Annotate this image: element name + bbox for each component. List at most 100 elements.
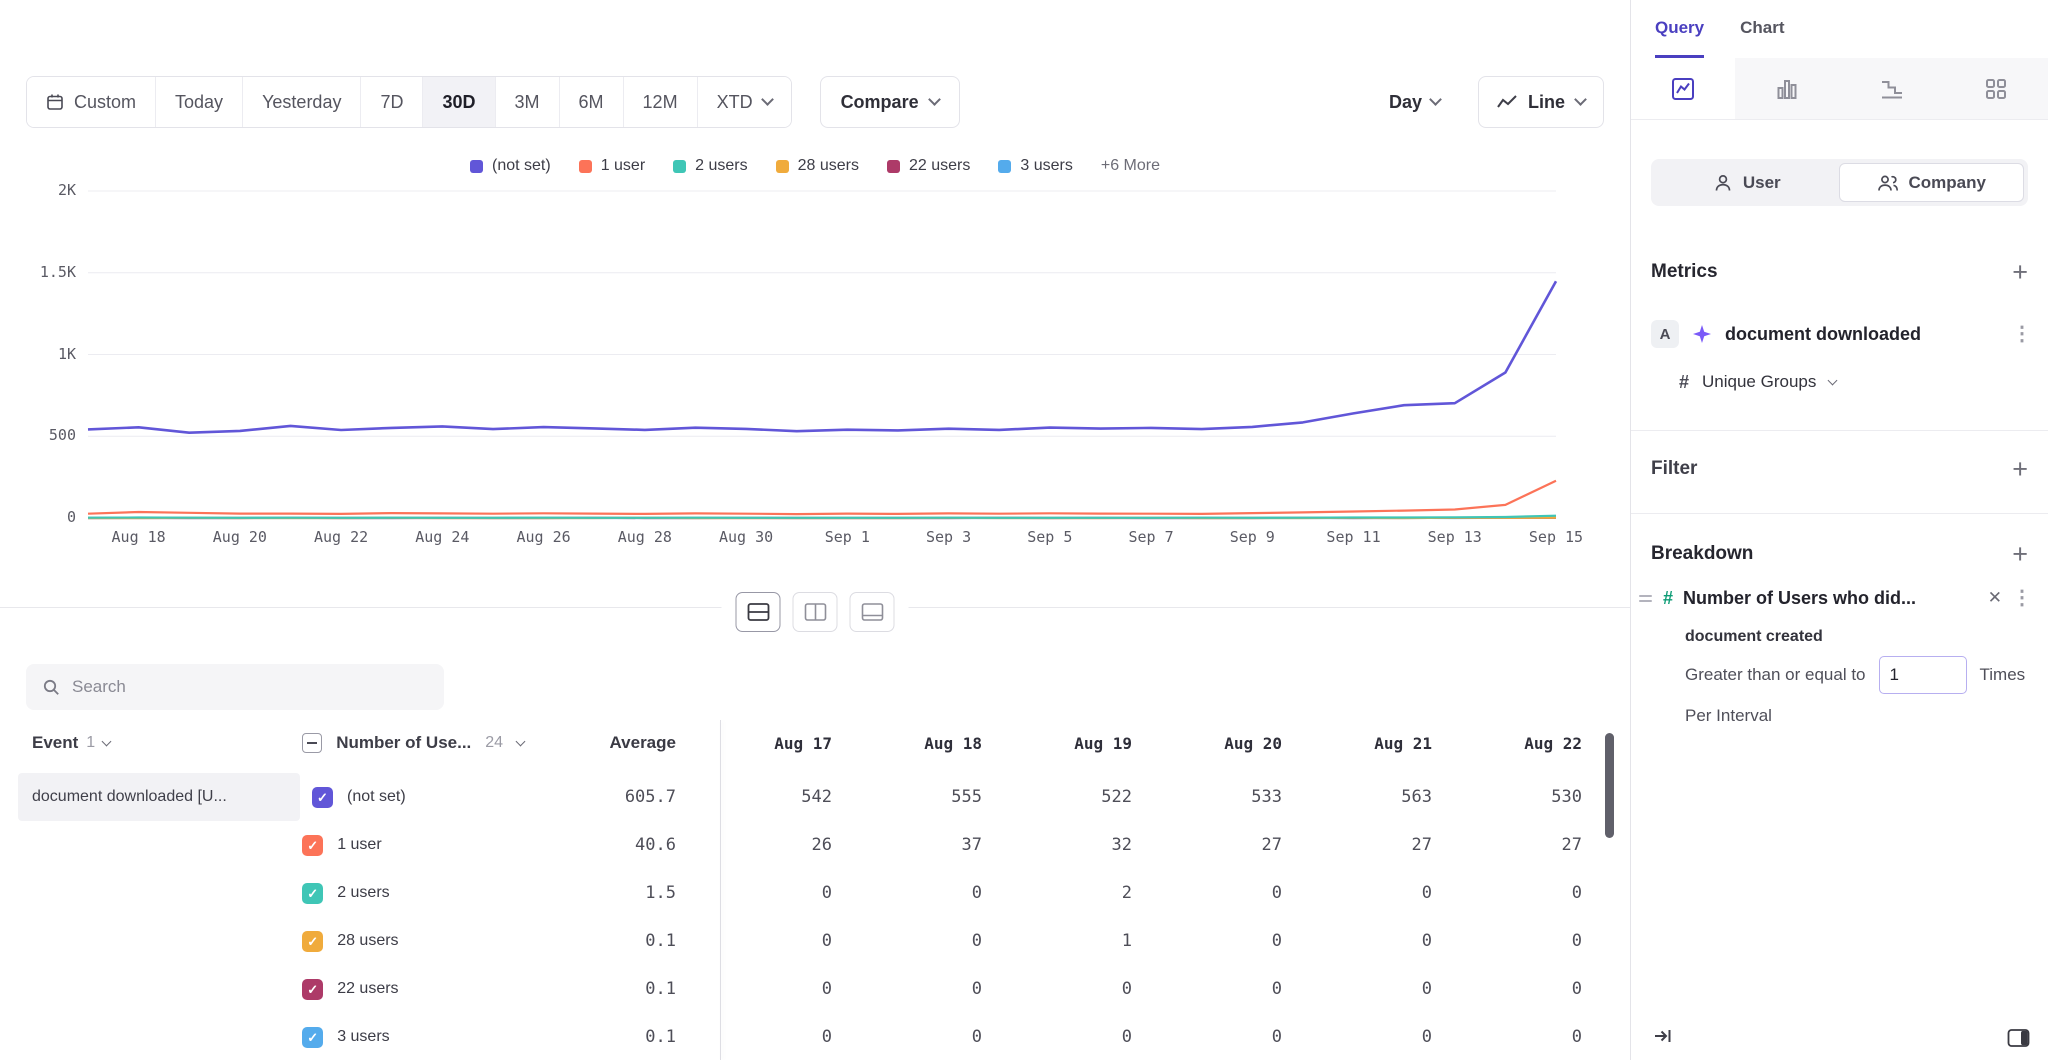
- condition-value-input[interactable]: [1879, 656, 1967, 694]
- toggle-user[interactable]: User: [1655, 163, 1839, 202]
- range-button-6m[interactable]: 6M: [560, 77, 624, 127]
- check-icon: ✓: [317, 791, 328, 804]
- table-header: Event 1 Number of Use... 24 Average Aug …: [0, 720, 1596, 766]
- breakdown-menu-button[interactable]: ⋮: [2012, 588, 2032, 608]
- legend-item[interactable]: 1 user: [579, 157, 645, 175]
- chart-type-button[interactable]: Line: [1478, 76, 1604, 128]
- search-input[interactable]: [72, 677, 402, 697]
- legend-item[interactable]: 3 users: [998, 157, 1072, 175]
- filter-title: Filter: [1651, 458, 1697, 480]
- x-axis-label: Sep 13: [1410, 528, 1500, 546]
- chart-type-tiles: [1631, 58, 2048, 120]
- add-filter-button[interactable]: +: [2012, 459, 2028, 479]
- value-cell: 0: [696, 931, 846, 951]
- value-cell: 0: [996, 1027, 1146, 1047]
- tile-more-chart-types[interactable]: [1944, 58, 2048, 119]
- breakdown-card-title[interactable]: Number of Users who did...: [1683, 588, 1978, 609]
- legend-item[interactable]: 22 users: [887, 157, 970, 175]
- select-all-checkbox[interactable]: [302, 733, 322, 753]
- x-axis-label: Sep 3: [904, 528, 994, 546]
- metric-item[interactable]: A document downloaded ⋮: [1631, 320, 2048, 348]
- collapse-panel-button[interactable]: [1653, 1026, 1673, 1046]
- range-button-30d[interactable]: 30D: [423, 77, 495, 127]
- value-cell: 0: [696, 979, 846, 999]
- range-button-12m[interactable]: 12M: [624, 77, 698, 127]
- measure-selector[interactable]: # Unique Groups: [1631, 370, 2048, 394]
- series-checkbox[interactable]: ✓: [302, 883, 323, 904]
- tile-line-chart[interactable]: [1631, 58, 1735, 119]
- value-cell: 0: [996, 979, 1146, 999]
- event-spark-icon: [1692, 324, 1712, 344]
- range-button-custom[interactable]: Custom: [27, 77, 156, 127]
- check-icon: ✓: [307, 1031, 318, 1044]
- value-cell: 0: [1146, 931, 1296, 951]
- toggle-company[interactable]: Company: [1839, 163, 2025, 202]
- app: CustomTodayYesterday7D30D3M6M12MXTD Comp…: [0, 0, 2048, 1060]
- legend-swatch: [470, 160, 483, 173]
- series-label: 28 users: [337, 932, 398, 950]
- drag-handle-icon[interactable]: [1639, 595, 1653, 602]
- sidebar-toggle-button[interactable]: [2007, 1028, 2030, 1048]
- range-button-yesterday[interactable]: Yesterday: [243, 77, 361, 127]
- more-chart-types-icon: [1983, 76, 2009, 102]
- event-list-item[interactable]: document downloaded [U...: [18, 773, 300, 821]
- date-range-group: CustomTodayYesterday7D30D3M6M12MXTD: [26, 76, 792, 128]
- series-checkbox[interactable]: ✓: [302, 835, 323, 856]
- tile-bar-chart[interactable]: [1735, 58, 1839, 119]
- legend-more[interactable]: +6 More: [1101, 157, 1160, 175]
- tile-funnel-chart[interactable]: [1840, 58, 1944, 119]
- tab-chart[interactable]: Chart: [1740, 18, 1784, 58]
- panel-tabs: Query Chart: [1631, 0, 2048, 58]
- event-header-label: Event: [32, 733, 78, 753]
- event-column-header[interactable]: Event 1: [0, 733, 290, 753]
- range-button-3m[interactable]: 3M: [496, 77, 560, 127]
- value-cell: 27: [1146, 835, 1296, 855]
- series-column-header[interactable]: Number of Use... 24: [290, 733, 536, 753]
- remove-breakdown-button[interactable]: ✕: [1988, 588, 2002, 608]
- compare-button[interactable]: Compare: [820, 76, 960, 128]
- date-column-headers: Aug 17Aug 18Aug 19Aug 20Aug 21Aug 22: [696, 734, 1596, 753]
- group-toggle: User Company: [1651, 159, 2028, 206]
- breakdown-event-name[interactable]: document created: [1631, 628, 2048, 646]
- search-box[interactable]: [26, 664, 444, 710]
- value-cells: 000000: [696, 979, 1596, 999]
- chevron-down-icon: [102, 737, 112, 747]
- condition-label[interactable]: Greater than or equal to: [1685, 665, 1866, 685]
- series-checkbox[interactable]: ✓: [302, 931, 323, 952]
- value-cells: 542555522533563530: [696, 787, 1596, 807]
- legend-item[interactable]: 2 users: [673, 157, 747, 175]
- value-cell: 1: [996, 931, 1146, 951]
- legend-item[interactable]: 28 users: [776, 157, 859, 175]
- tab-query[interactable]: Query: [1655, 18, 1704, 58]
- table-scrollbar[interactable]: [1605, 733, 1614, 838]
- range-button-today[interactable]: Today: [156, 77, 243, 127]
- split-horizontal-icon: [747, 603, 769, 621]
- series-checkbox[interactable]: ✓: [302, 979, 323, 1000]
- check-icon: ✓: [307, 935, 318, 948]
- value-cell: 0: [846, 883, 996, 903]
- range-button-7d[interactable]: 7D: [361, 77, 423, 127]
- series-checkbox[interactable]: ✓: [312, 787, 333, 808]
- legend-swatch: [673, 160, 686, 173]
- interval-button[interactable]: Day: [1389, 92, 1440, 113]
- value-cell: 0: [1146, 1027, 1296, 1047]
- value-cells: 263732272727: [696, 835, 1596, 855]
- x-axis-label: Aug 24: [397, 528, 487, 546]
- layout-bottom-panel-button[interactable]: [850, 592, 895, 632]
- series-checkbox[interactable]: ✓: [302, 1027, 323, 1048]
- value-cells: 001000: [696, 931, 1596, 951]
- range-button-xtd[interactable]: XTD: [698, 77, 791, 127]
- legend-item[interactable]: (not set): [470, 157, 551, 175]
- toolbar: CustomTodayYesterday7D30D3M6M12MXTD Comp…: [26, 76, 1604, 128]
- value-cell: 2: [996, 883, 1146, 903]
- average-value: 0.1: [536, 1027, 676, 1047]
- layout-split-horizontal-button[interactable]: [736, 592, 781, 632]
- legend-swatch: [579, 160, 592, 173]
- layout-split-vertical-button[interactable]: [793, 592, 838, 632]
- series-label: 2 users: [337, 884, 389, 902]
- legend-label: 28 users: [798, 157, 859, 175]
- metric-menu-button[interactable]: ⋮: [2012, 324, 2032, 344]
- add-breakdown-button[interactable]: +: [2012, 544, 2028, 564]
- add-metric-button[interactable]: +: [2012, 262, 2028, 282]
- section-divider: [1631, 513, 2048, 514]
